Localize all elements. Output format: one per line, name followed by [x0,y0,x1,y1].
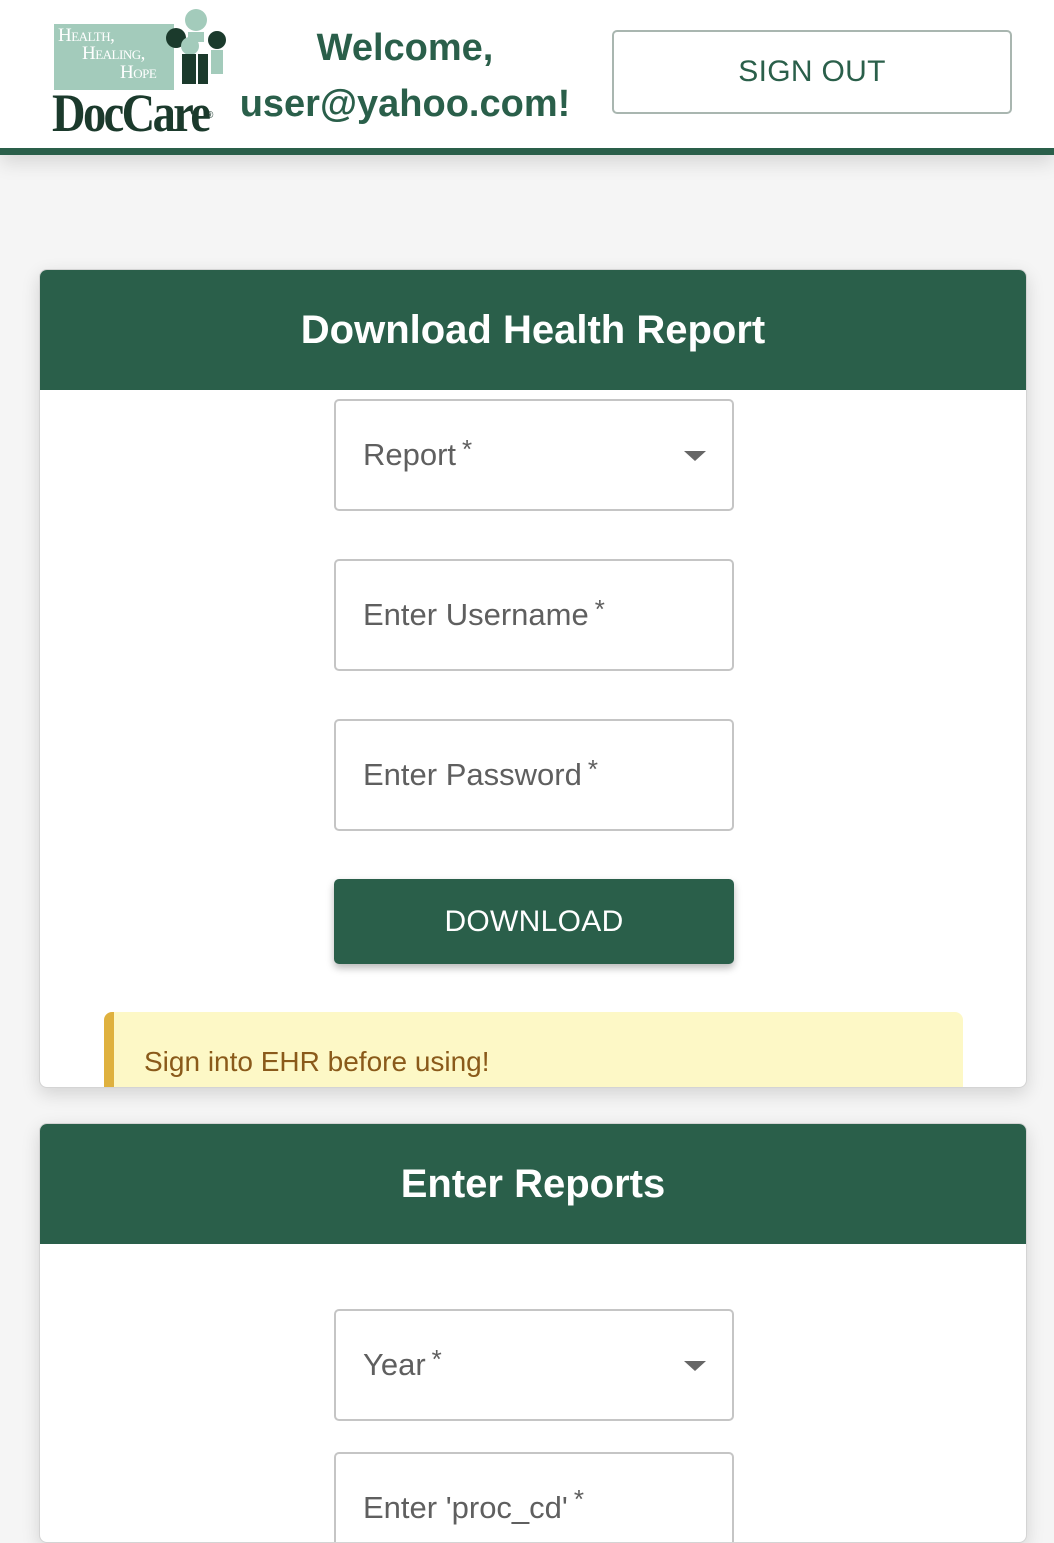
enter-reports-title: Enter Reports [40,1124,1026,1244]
required-mark: * [462,433,473,464]
year-select[interactable]: Year * [334,1309,734,1421]
ehr-warning-text: Sign into EHR before using! [144,1046,490,1077]
enter-reports-card: Enter Reports Year * Enter 'proc_cd' * [39,1123,1027,1543]
year-select-label: Year [363,1347,426,1382]
password-field[interactable]: Enter Password * [334,719,734,831]
dropdown-caret-icon[interactable] [684,1361,706,1371]
report-select[interactable]: Report * [334,399,734,511]
download-report-title: Download Health Report [40,270,1026,390]
report-select-label: Report [363,437,457,472]
required-mark: * [594,593,605,624]
people-logo-icon [166,9,226,84]
logo-wordmark: DocCare [52,83,211,143]
welcome-message: Welcome, user@yahoo.com! [232,20,578,132]
sign-out-button[interactable]: SIGN OUT [612,30,1012,114]
username-field[interactable]: Enter Username * [334,559,734,671]
password-field-label: Enter Password [363,757,582,792]
dropdown-caret-icon[interactable] [684,451,706,461]
username-field-label: Enter Username [363,597,589,632]
app-header: Health, Healing, Hope DocCare ® Welcome,… [0,0,1054,155]
registered-mark-icon: ® [206,110,214,121]
required-mark: * [431,1343,442,1374]
welcome-user-email: user@yahoo.com! [239,83,571,125]
proc-cd-field[interactable]: Enter 'proc_cd' * [334,1452,734,1542]
required-mark: * [573,1484,584,1514]
welcome-greeting: Welcome, [316,27,494,69]
logo-tagline-healing: Healing, [82,43,145,64]
download-report-card: Download Health Report Report * Enter Us… [39,269,1027,1088]
doccare-logo: Health, Healing, Hope DocCare ® [52,8,232,143]
logo-tagline-hope: Hope [120,62,157,83]
ehr-warning-alert: Sign into EHR before using! [104,1012,963,1087]
download-button[interactable]: DOWNLOAD [334,879,734,964]
required-mark: * [587,753,598,784]
proc-cd-field-label: Enter 'proc_cd' [363,1490,568,1525]
